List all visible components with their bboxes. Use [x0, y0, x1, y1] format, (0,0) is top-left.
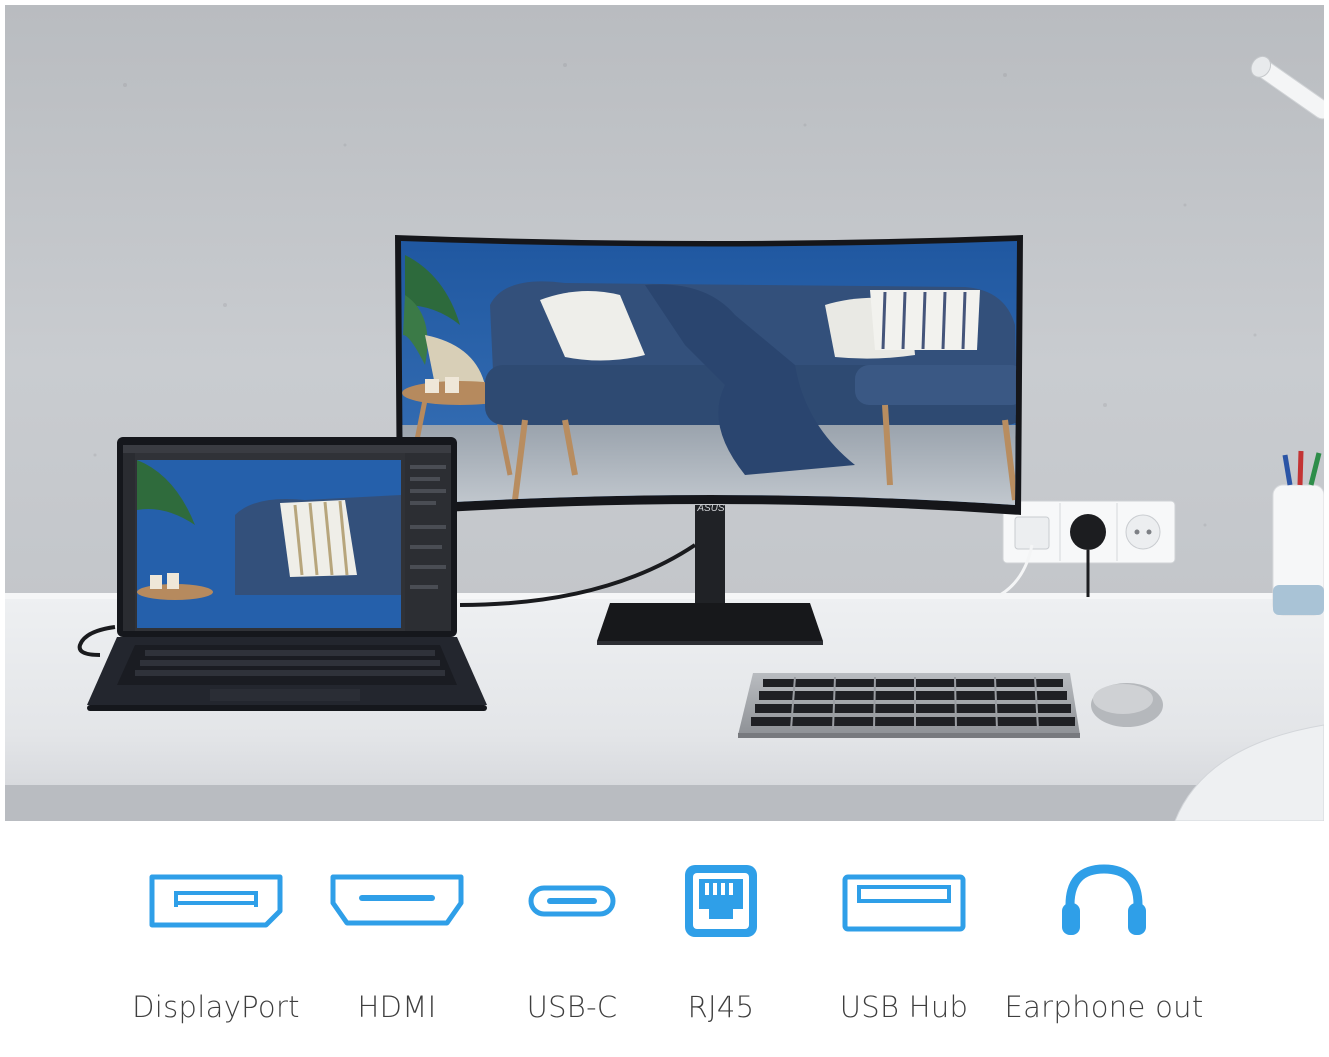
port-label: DisplayPort [132, 990, 300, 1024]
keyboard [738, 673, 1080, 738]
curved-monitor: ASUS [395, 235, 1023, 515]
port-earphone-out: Earphone out [1004, 821, 1204, 1057]
usb-c-icon [528, 885, 616, 917]
port-hdmi: HDMI [297, 821, 497, 1057]
usb-hub-icon [842, 874, 966, 932]
headphone-icon [1062, 864, 1146, 935]
hdmi-icon [330, 874, 464, 926]
port-label: USB Hub [839, 990, 969, 1024]
port-label: HDMI [357, 990, 437, 1024]
laptop [87, 437, 487, 711]
port-list: DisplayPort HDMI USB-C RJ45 USB Hub Earp… [0, 821, 1329, 1057]
mouse [1091, 683, 1163, 727]
port-rj45: RJ45 [621, 821, 821, 1057]
port-displayport: DisplayPort [116, 821, 316, 1057]
monitor-logo: ASUS [696, 503, 725, 514]
port-usb-hub: USB Hub [804, 821, 1004, 1057]
port-label: RJ45 [687, 990, 755, 1024]
product-photo: ASUS [5, 5, 1324, 821]
desk-scene-illustration: ASUS [5, 5, 1324, 821]
rj45-icon [685, 865, 757, 937]
port-label: Earphone out [1004, 990, 1204, 1024]
displayport-icon [149, 874, 283, 928]
